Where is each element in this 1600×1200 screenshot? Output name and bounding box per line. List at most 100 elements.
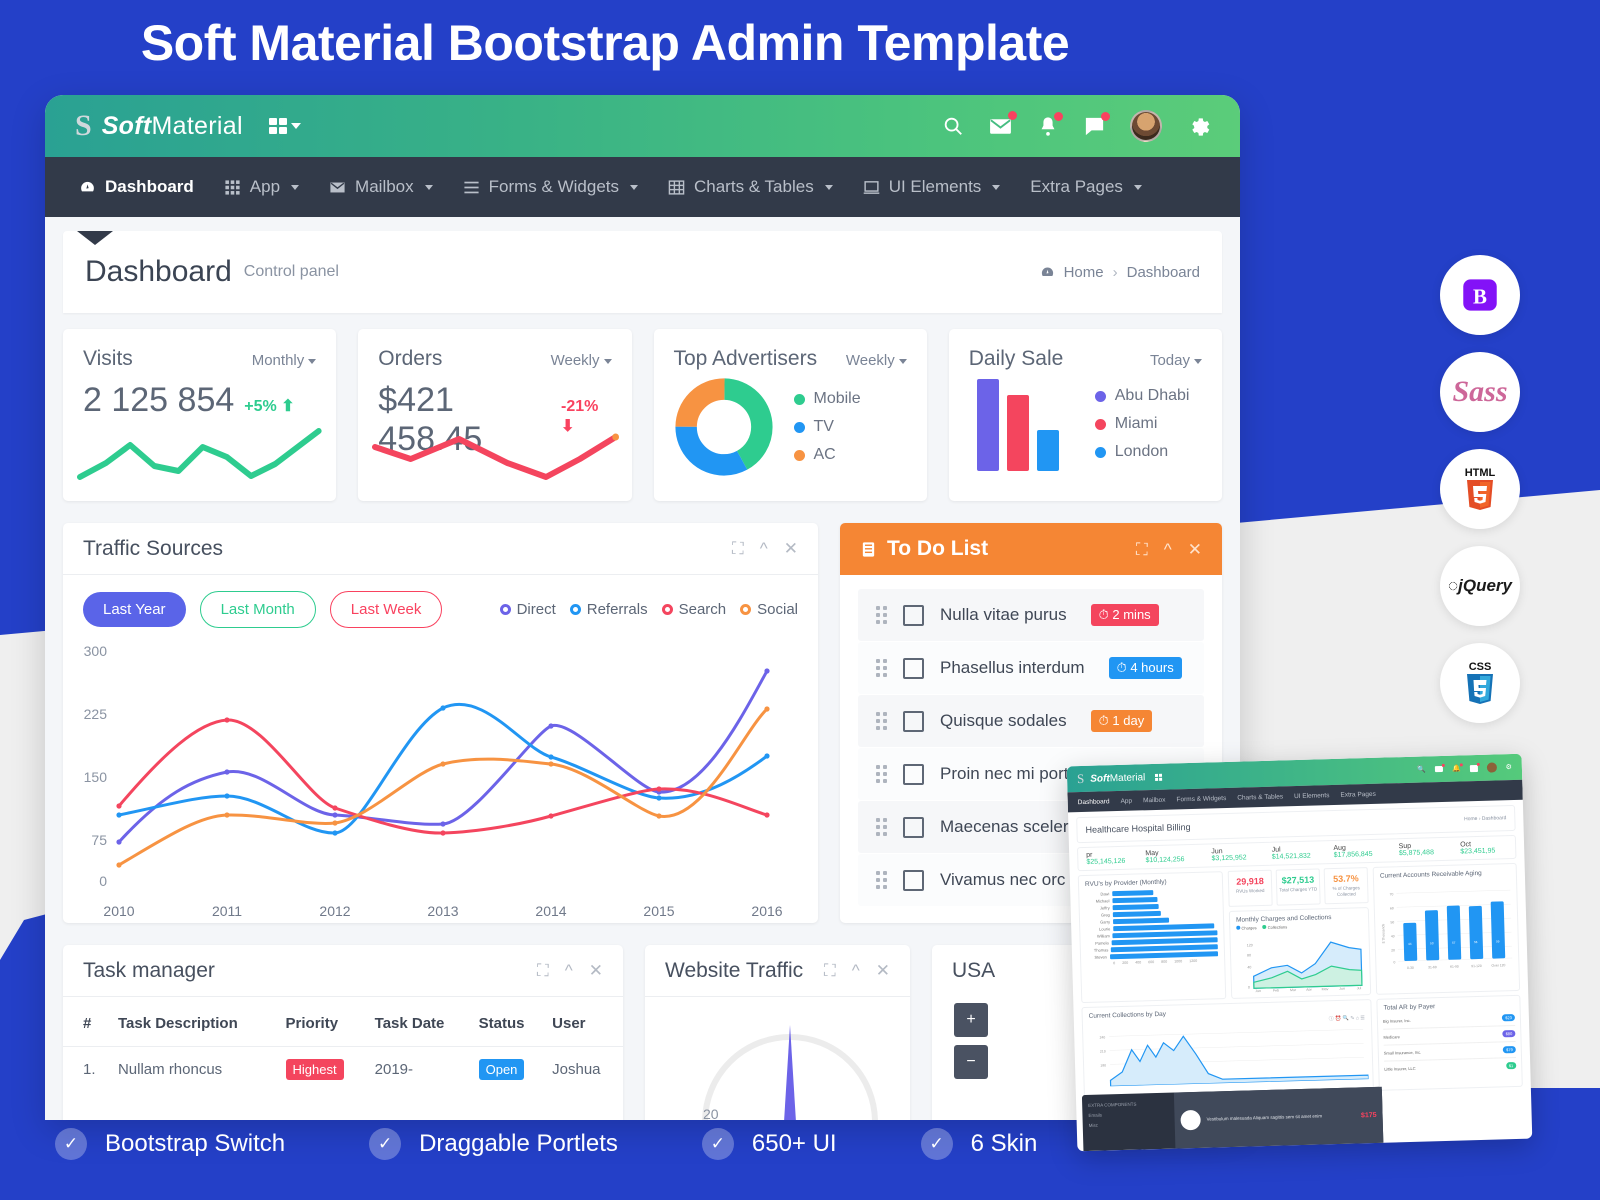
brand-logo[interactable]: S SoftMaterial xyxy=(75,111,243,141)
period-dropdown-today[interactable]: Today xyxy=(1150,352,1202,369)
kpi-aug: Aug $17,856,845 xyxy=(1333,844,1373,860)
gear-icon[interactable] xyxy=(1186,114,1210,138)
legend-color-ring xyxy=(569,604,581,615)
legend-color-dot xyxy=(793,421,805,433)
nav-label: UI Elements xyxy=(888,177,982,196)
chat-icon[interactable] xyxy=(1083,111,1110,138)
list-item[interactable]: Quisque sodales ⏱ 1 day xyxy=(858,695,1204,747)
app-topbar: S SoftMaterial xyxy=(45,95,1240,157)
drag-handle-icon[interactable] xyxy=(876,606,887,624)
drag-handle-icon[interactable] xyxy=(876,765,887,783)
cell-status: Open xyxy=(473,1047,547,1093)
svg-text:Jul: Jul xyxy=(1357,986,1362,990)
nav-item-charts-tables[interactable]: Charts & Tables xyxy=(668,177,833,197)
drag-handle-icon[interactable] xyxy=(876,871,887,889)
drag-handle-icon[interactable] xyxy=(876,712,887,730)
todo-checkbox[interactable] xyxy=(903,869,924,891)
inset-nav-charts[interactable]: Charts & Tables xyxy=(1237,793,1283,801)
x-tick-2011: 2011 xyxy=(212,903,242,919)
todo-badge: ⏱ 2 mins xyxy=(1090,604,1159,626)
collections-area-chart: 240 210 180 xyxy=(1100,1028,1370,1087)
expand-icon[interactable]: ⛶ xyxy=(732,540,744,557)
app-grid-dropdown[interactable] xyxy=(268,118,301,134)
gear-icon[interactable]: ⚙ xyxy=(1506,763,1512,771)
todo-checkbox[interactable] xyxy=(903,604,924,626)
advertisers-legend: Mobile TV AC xyxy=(793,390,861,464)
rvu-label: Dawi xyxy=(1100,891,1110,897)
col-task-date: Task Date xyxy=(368,997,473,1047)
inset-nav-extra[interactable]: Extra Pages xyxy=(1340,790,1376,798)
table-row[interactable]: 1. Nullam rhoncus Highest 2019- Open Jos… xyxy=(63,1047,623,1093)
collapse-icon[interactable]: ^ xyxy=(1164,541,1172,558)
close-icon[interactable]: ✕ xyxy=(784,540,798,557)
list-item[interactable]: Phasellus interdum ⏱ 4 hours xyxy=(858,642,1204,694)
breadcrumb-home[interactable]: Home xyxy=(1064,264,1104,281)
inset-nav-dashboard[interactable]: Dashboard xyxy=(1078,798,1110,806)
chevron-down-icon xyxy=(824,184,833,190)
search-icon[interactable]: 🔍 xyxy=(1417,765,1426,773)
kpi-jun: Jun $3,125,952 xyxy=(1211,848,1247,863)
drag-handle-icon[interactable] xyxy=(876,818,887,836)
legend-color-dot xyxy=(793,393,805,405)
cell-desc: Nullam rhoncus xyxy=(117,1061,223,1078)
collapse-icon[interactable]: ^ xyxy=(565,962,573,979)
orders-sparkline xyxy=(372,433,620,480)
mail-icon[interactable] xyxy=(988,110,1017,139)
todo-checkbox[interactable] xyxy=(903,710,924,732)
tab-last-week[interactable]: Last Week xyxy=(329,591,443,628)
legend-color-dot xyxy=(1094,390,1106,402)
period-dropdown-weekly[interactable]: Weekly xyxy=(551,352,612,369)
collapse-icon[interactable]: ^ xyxy=(852,962,860,979)
period-dropdown-monthly[interactable]: Monthly xyxy=(252,352,317,369)
todo-checkbox[interactable] xyxy=(903,763,924,785)
nav-item-mailbox[interactable]: Mailbox xyxy=(329,177,433,197)
nav-item-extra-pages[interactable]: Extra Pages xyxy=(1030,177,1142,197)
period-dropdown-weekly[interactable]: Weekly xyxy=(846,352,907,369)
expand-icon[interactable]: ⛶ xyxy=(1136,541,1148,558)
inset-nav-ui[interactable]: UI Elements xyxy=(1294,792,1330,800)
mid-row: Traffic Sources ⛶ ^ ✕ Last Year Last Mon… xyxy=(63,523,1222,923)
bell-icon[interactable] xyxy=(1037,111,1063,138)
svg-text:Feb: Feb xyxy=(1273,988,1279,992)
tab-last-year[interactable]: Last Year xyxy=(83,592,186,627)
expand-icon[interactable]: ⛶ xyxy=(824,962,836,979)
css3-icon: CSS xyxy=(1440,643,1520,723)
avatar[interactable] xyxy=(1130,110,1162,142)
nav-item-app[interactable]: App xyxy=(224,177,300,197)
todo-checkbox[interactable] xyxy=(903,816,924,838)
cell-priority: Highest xyxy=(280,1047,369,1093)
svg-text:180: 180 xyxy=(1100,1063,1106,1067)
portlet-tools: ⛶ ^ ✕ xyxy=(537,962,603,979)
app-window: S SoftMaterial Dashboard App Mailbox For… xyxy=(45,95,1240,1120)
drag-handle-icon[interactable] xyxy=(876,659,887,677)
chat-icon[interactable] xyxy=(1469,762,1480,772)
soft-material-logo-icon: S xyxy=(1076,770,1085,787)
avatar[interactable] xyxy=(1486,762,1497,773)
daily-sale-legend: Abu Dhabi Miami London xyxy=(1094,387,1189,461)
todo-checkbox[interactable] xyxy=(903,657,924,679)
expand-icon[interactable]: ⛶ xyxy=(537,962,549,979)
inset-nav-app[interactable]: App xyxy=(1120,797,1132,804)
cell-date: 2019- xyxy=(374,1061,414,1078)
nav-item-dashboard[interactable]: Dashboard xyxy=(79,177,194,197)
search-icon[interactable] xyxy=(942,115,964,137)
map-zoom-in-button[interactable]: + xyxy=(954,1003,988,1037)
list-item[interactable]: Nulla vitae purus ⏱ 2 mins xyxy=(858,589,1204,641)
collapse-icon[interactable]: ^ xyxy=(760,540,768,557)
nav-item-forms-widgets[interactable]: Forms & Widgets xyxy=(463,177,638,197)
nav-item-ui-elements[interactable]: UI Elements xyxy=(863,177,1001,197)
close-icon[interactable]: ✕ xyxy=(589,962,603,979)
rvu-label: Lourie xyxy=(1099,926,1111,932)
traffic-legend: Direct Referrals Search Social xyxy=(499,601,798,618)
close-icon[interactable]: ✕ xyxy=(1188,541,1202,558)
bell-icon[interactable]: 🔔 xyxy=(1452,763,1463,773)
tab-last-month[interactable]: Last Month xyxy=(199,591,316,628)
close-icon[interactable]: ✕ xyxy=(876,962,890,979)
portlet-title: To Do List xyxy=(860,537,988,561)
map-zoom-out-button[interactable]: − xyxy=(954,1045,988,1079)
mail-icon[interactable] xyxy=(1434,763,1445,773)
portlet-title: Task manager xyxy=(83,958,215,982)
inset-nav-mailbox[interactable]: Mailbox xyxy=(1143,796,1166,804)
legend-item-search: Search xyxy=(661,601,726,618)
inset-nav-forms[interactable]: Forms & Widgets xyxy=(1176,794,1226,802)
